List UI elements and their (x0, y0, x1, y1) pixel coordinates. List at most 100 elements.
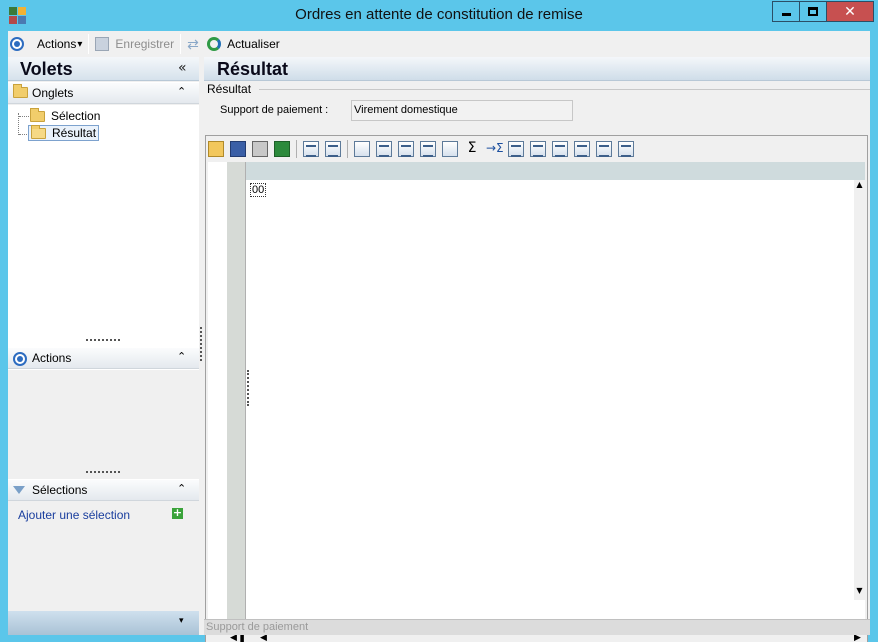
add-summary-icon[interactable]: →Σ (486, 141, 504, 157)
row-height-icon[interactable] (530, 141, 546, 157)
filter-icon-wrap (13, 484, 25, 494)
client-area: Actions ▾ Enregistrer ⇄ Actualiser Volet… (8, 31, 870, 642)
column-chooser-icon[interactable] (354, 141, 370, 157)
chevron-down-icon[interactable]: ▾ (179, 616, 184, 626)
folder-icon (30, 107, 45, 122)
main-toolbar: Actions ▾ Enregistrer ⇄ Actualiser (8, 31, 870, 57)
column-layout-icon[interactable] (325, 141, 341, 157)
toolbar-separator (88, 34, 90, 54)
collapse-section-icon[interactable]: ⌃ (177, 350, 186, 363)
refresh-icon (207, 37, 222, 51)
toolbar-separator (296, 140, 297, 158)
minimize-button[interactable] (772, 1, 800, 22)
splitter-grip[interactable] (86, 339, 120, 342)
tree-item-label: Résultat (52, 126, 97, 140)
folder-icon (13, 84, 28, 98)
payment-support-field: Virement domestique (351, 100, 573, 121)
grid-lines-icon[interactable] (376, 141, 392, 157)
save-icon[interactable] (230, 141, 246, 157)
sum-icon[interactable]: Σ (464, 141, 480, 157)
app-window: Ordres en attente de constitution de rem… (0, 0, 878, 642)
grid-cell[interactable]: 00 (250, 183, 267, 197)
minimize-icon (781, 13, 791, 16)
open-icon[interactable] (208, 141, 224, 157)
result-header: Résultat (204, 57, 870, 81)
close-button[interactable]: ✕ (826, 1, 874, 22)
actions-toolbar-icon-wrap[interactable] (8, 33, 27, 55)
group-by-icon[interactable] (508, 141, 524, 157)
payment-support-label: Support de paiement : (220, 104, 329, 116)
clear-filter-icon[interactable] (442, 141, 458, 157)
close-icon: ✕ (844, 3, 856, 20)
collapse-section-icon[interactable]: ⌃ (177, 482, 186, 495)
status-text: Support de paiement (206, 621, 309, 633)
toolbar-separator (347, 140, 348, 158)
refresh-label: Actualiser (227, 37, 280, 51)
grid-toolbar: Σ →Σ (208, 138, 640, 160)
toolbar-separator (180, 34, 182, 54)
panes-header: Volets « (8, 57, 199, 81)
panes-sidebar: Volets « Onglets ⌃ Sélection Résultat Ac… (8, 57, 199, 635)
sync-button[interactable]: ⇄ (184, 33, 204, 55)
expand-all-icon[interactable] (596, 141, 612, 157)
tree-connector (19, 116, 29, 117)
scroll-down-icon[interactable]: ▼ (854, 586, 865, 595)
print-icon[interactable] (252, 141, 268, 157)
maximize-icon (808, 7, 818, 16)
selections-section-header[interactable]: Sélections ⌃ (8, 479, 199, 501)
result-panel: Résultat Résultat Support de paiement : … (204, 57, 870, 642)
save-icon (95, 37, 110, 51)
save-label: Enregistrer (115, 37, 175, 51)
card-view-icon[interactable] (574, 141, 590, 157)
save-button[interactable]: Enregistrer (92, 33, 177, 55)
split-view-icon[interactable] (552, 141, 568, 157)
result-group-label: Résultat (207, 82, 252, 96)
panes-footer[interactable]: ▾ (8, 611, 199, 635)
grid-body[interactable]: 00 ▲ ▼ (208, 162, 865, 632)
excel-export-icon[interactable] (274, 141, 290, 157)
group-divider (259, 89, 870, 90)
window-title: Ordres en attente de constitution de rem… (295, 6, 583, 23)
maximize-button[interactable] (799, 1, 827, 22)
row-layout-icon[interactable] (303, 141, 319, 157)
column-header-band[interactable] (246, 162, 865, 180)
selections-panel: Ajouter une sélection + (8, 502, 199, 610)
filter-icon (13, 486, 25, 494)
add-selection-link[interactable]: Ajouter une sélection (18, 508, 130, 522)
actions-section-header[interactable]: Actions ⌃ (8, 347, 199, 369)
scroll-up-icon[interactable]: ▲ (854, 180, 865, 189)
actions-section-label: Actions (32, 351, 72, 365)
collapse-panes-icon[interactable]: « (178, 60, 187, 76)
result-title: Résultat (217, 59, 289, 79)
dropdown-arrow-icon: ▾ (77, 38, 83, 50)
row-selector-column[interactable] (227, 162, 246, 632)
actions-menu-button[interactable]: Actions ▾ (27, 33, 85, 55)
tree-item-resultat[interactable]: Résultat (28, 124, 100, 141)
tree-item-label: Sélection (51, 109, 101, 123)
sync-icon: ⇄ (187, 36, 199, 52)
collapse-all-icon[interactable] (618, 141, 634, 157)
tree-item-selection[interactable]: Sélection (30, 107, 101, 124)
tabs-tree: Sélection Résultat (8, 105, 199, 373)
add-icon[interactable]: + (172, 507, 183, 519)
vertical-scrollbar[interactable]: ▲ ▼ (854, 180, 865, 600)
refresh-button[interactable]: Actualiser (204, 33, 283, 55)
tabs-section-label: Onglets (32, 86, 74, 100)
collapse-section-icon[interactable]: ⌃ (177, 85, 186, 98)
grid-columns-icon[interactable] (420, 141, 436, 157)
tabs-section-header[interactable]: Onglets ⌃ (8, 82, 199, 104)
status-bar: Support de paiement (204, 619, 870, 635)
actions-section-icon-wrap (13, 352, 27, 366)
actions-menu-label: Actions (37, 37, 77, 51)
panes-title: Volets (20, 59, 73, 79)
actions-icon (10, 37, 24, 51)
splitter-grip[interactable] (247, 370, 249, 406)
splitter-grip[interactable] (86, 471, 120, 474)
actions-icon (13, 352, 27, 366)
freeze-columns-icon[interactable] (398, 141, 414, 157)
vertical-splitter-grip[interactable] (200, 327, 203, 361)
result-grid: Σ →Σ 00 ▲ ▼ ◀▐ ◀ ▶ (205, 135, 868, 642)
title-bar[interactable]: Ordres en attente de constitution de rem… (0, 0, 878, 31)
open-folder-icon (31, 124, 46, 139)
selections-section-label: Sélections (32, 483, 88, 497)
